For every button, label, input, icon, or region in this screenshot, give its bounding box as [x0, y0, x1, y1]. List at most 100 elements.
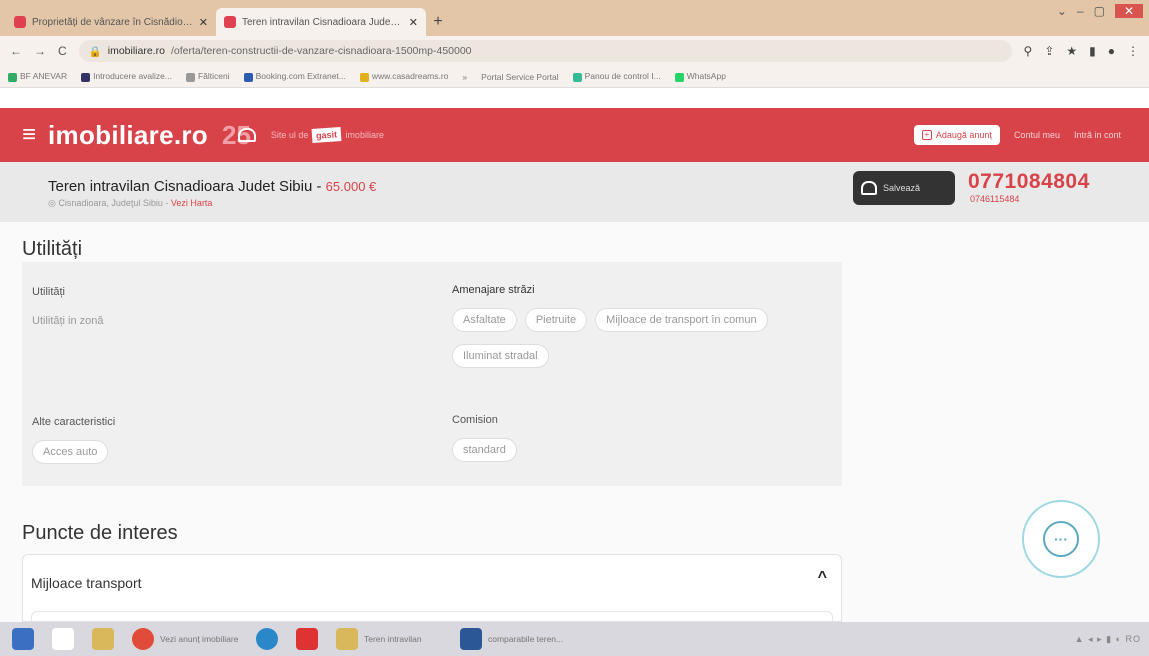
taskbar-chrome[interactable]: Vezi anunț imobiliare	[126, 625, 244, 653]
account-link[interactable]: Contul meu	[1014, 130, 1060, 140]
windows-icon	[12, 628, 34, 650]
reload-icon[interactable]: C	[58, 44, 67, 58]
new-tab-button[interactable]: +	[426, 8, 450, 36]
browser-tab-strip: Proprietăți de vânzare în Cisnădioara ✕ …	[0, 0, 1149, 36]
view-map-link[interactable]: Vezi Harta	[171, 198, 213, 208]
back-icon[interactable]: ←	[10, 44, 22, 58]
feature-chip: Acces auto	[32, 440, 109, 464]
bookmark-item[interactable]: Fălticeni	[185, 71, 230, 82]
add-listing-button[interactable]: + Adaugă anunț	[913, 125, 1000, 145]
bookmark-icon	[572, 72, 582, 82]
close-tab-icon[interactable]: ✕	[199, 16, 208, 29]
bookmark-item[interactable]: Portal Service Portal	[481, 72, 558, 82]
zoom-icon[interactable]: ⚲	[1024, 44, 1033, 58]
close-window-icon[interactable]: ✕	[1115, 4, 1143, 18]
phone-number-secondary[interactable]: 0746115484	[970, 194, 1019, 204]
chat-button[interactable]: ···	[1022, 500, 1100, 578]
menu-dots-icon[interactable]: ⋮	[1127, 44, 1139, 58]
home-icon	[52, 628, 74, 650]
chrome-icon	[132, 628, 154, 650]
taskbar-word[interactable]: comparabile teren...	[454, 625, 572, 653]
login-link[interactable]: Intră in cont	[1074, 130, 1121, 140]
chip-list: Acces auto	[32, 440, 115, 464]
site-header: ≡ imobiliare.ro 25 Site ul de gasit imob…	[0, 108, 1149, 162]
browser-tab-2[interactable]: Teren intravilan Cisnadioara Judet Sibiu…	[216, 8, 426, 36]
site-favicon-icon	[224, 16, 236, 28]
streets-group: Amenajare străzi Asfaltate Pietruite Mij…	[452, 284, 832, 368]
os-taskbar: Vezi anunț imobiliare Teren intravilan c…	[0, 622, 1149, 656]
anniversary-logo: 25	[222, 120, 256, 151]
url-field[interactable]: 🔒 imobiliare.ro/oferta/teren-constructii…	[78, 40, 1012, 62]
explorer-button[interactable]	[86, 625, 120, 653]
save-button[interactable]: Salvează	[853, 171, 955, 205]
bookmark-item[interactable]: BF ANEVAR	[8, 71, 67, 82]
address-bar: ← → C 🔒 imobiliare.ro/oferta/teren-const…	[0, 36, 1149, 66]
bookmark-star-icon[interactable]: ★	[1066, 44, 1077, 58]
profile-avatar-icon[interactable]: ●	[1108, 44, 1115, 58]
window-controls: ⌄ – ▢ ✕	[1057, 4, 1143, 18]
other-features-group: Alte caracteristici Acces auto	[32, 416, 115, 464]
tab-title: Proprietăți de vânzare în Cisnădioara	[32, 16, 193, 28]
listing-location: ◎ Cisnadioara, Judeţul Sibiu - Vezi Hart…	[48, 198, 213, 208]
group-title: Utilități	[32, 286, 66, 298]
bookmark-item[interactable]: Panou de control I...	[572, 71, 661, 82]
location-pin-icon: ◎	[48, 198, 59, 208]
accordion-label: Mijloace transport	[31, 575, 142, 591]
utilities-panel: Utilități Utilități in zonă Amenajare st…	[22, 262, 842, 486]
hamburger-menu-icon[interactable]: ≡	[22, 121, 36, 149]
chip-list: Utilități in zonă	[32, 310, 114, 332]
utilities-section-title: Utilități	[22, 238, 83, 260]
maximize-icon[interactable]: ▢	[1094, 4, 1105, 18]
bookmark-item[interactable]: »	[462, 72, 467, 82]
browser-tab-1[interactable]: Proprietăți de vânzare în Cisnădioara ✕	[6, 8, 216, 36]
forward-icon[interactable]: →	[34, 44, 46, 58]
bookmark-icon	[243, 72, 253, 82]
chip-list: Asfaltate Pietruite Mijloace de transpor…	[452, 308, 832, 368]
close-tab-icon[interactable]: ✕	[409, 16, 418, 29]
folder-icon	[92, 628, 114, 650]
group-title: Amenajare străzi	[452, 284, 535, 296]
browser-actions: ⚲ ⇪ ★ ▮ ● ⋮	[1024, 44, 1139, 58]
home-button[interactable]	[46, 625, 80, 653]
poi-section-title: Puncte de interes	[22, 522, 178, 544]
bookmark-item[interactable]: Booking.com Extranet...	[243, 71, 346, 82]
phone-number[interactable]: 0771084804	[968, 170, 1090, 194]
start-button[interactable]	[6, 625, 40, 653]
chat-bubble-icon: ···	[1043, 521, 1079, 557]
bookmarks-bar: BF ANEVAR Introducere avalize... Făltice…	[0, 66, 1149, 88]
bookmark-icon	[359, 72, 369, 82]
share-icon[interactable]: ⇪	[1044, 44, 1054, 58]
chevron-down-icon[interactable]: ⌄	[1057, 4, 1067, 18]
folder-icon	[336, 628, 358, 650]
pdf-icon	[296, 628, 318, 650]
bookmark-item[interactable]: www.casadreams.ro	[359, 71, 448, 82]
group-title: Alte caracteristici	[32, 416, 116, 428]
taskbar-acrobat[interactable]	[290, 625, 324, 653]
feature-chip: Asfaltate	[452, 308, 517, 332]
chevron-up-icon[interactable]: ^	[818, 569, 827, 587]
chip-list: standard	[452, 438, 517, 462]
system-tray[interactable]: ▲ ◂ ▸ ▮ ◐ RO	[1075, 634, 1149, 645]
plus-icon: +	[921, 130, 932, 140]
header-actions: + Adaugă anunț Contul meu Intră in cont	[913, 125, 1149, 145]
bookmark-item[interactable]: Introducere avalize...	[81, 71, 172, 82]
taskbar-edge[interactable]	[250, 625, 284, 653]
site-logo[interactable]: imobiliare.ro	[48, 120, 208, 151]
url-host: imobiliare.ro	[107, 45, 165, 57]
tab-title: Teren intravilan Cisnadioara Judet Sibiu	[242, 16, 403, 28]
feature-chip: Pietruite	[524, 308, 588, 332]
sidebar-icon[interactable]: ▮	[1089, 44, 1096, 58]
bookmark-item[interactable]: WhatsApp	[674, 71, 726, 82]
taskbar-folder[interactable]: Teren intravilan	[330, 625, 448, 653]
bookmark-icon	[81, 72, 91, 82]
tagline: Site ul de gasit imobiliare	[271, 127, 384, 143]
url-path: /oferta/teren-constructii-de-vanzare-cis…	[170, 45, 472, 57]
listing-title: Teren intravilan Cisnadioara Judet Sibiu…	[48, 178, 377, 195]
whatsapp-icon	[674, 72, 684, 82]
lock-icon: 🔒	[88, 45, 102, 58]
minimize-icon[interactable]: –	[1077, 4, 1084, 18]
feature-chip: Utilități in zonă	[32, 315, 104, 327]
folder-icon	[8, 72, 17, 82]
transport-accordion[interactable]: Mijloace transport ^	[22, 554, 842, 623]
listing-price: 65.000 €	[325, 179, 377, 194]
